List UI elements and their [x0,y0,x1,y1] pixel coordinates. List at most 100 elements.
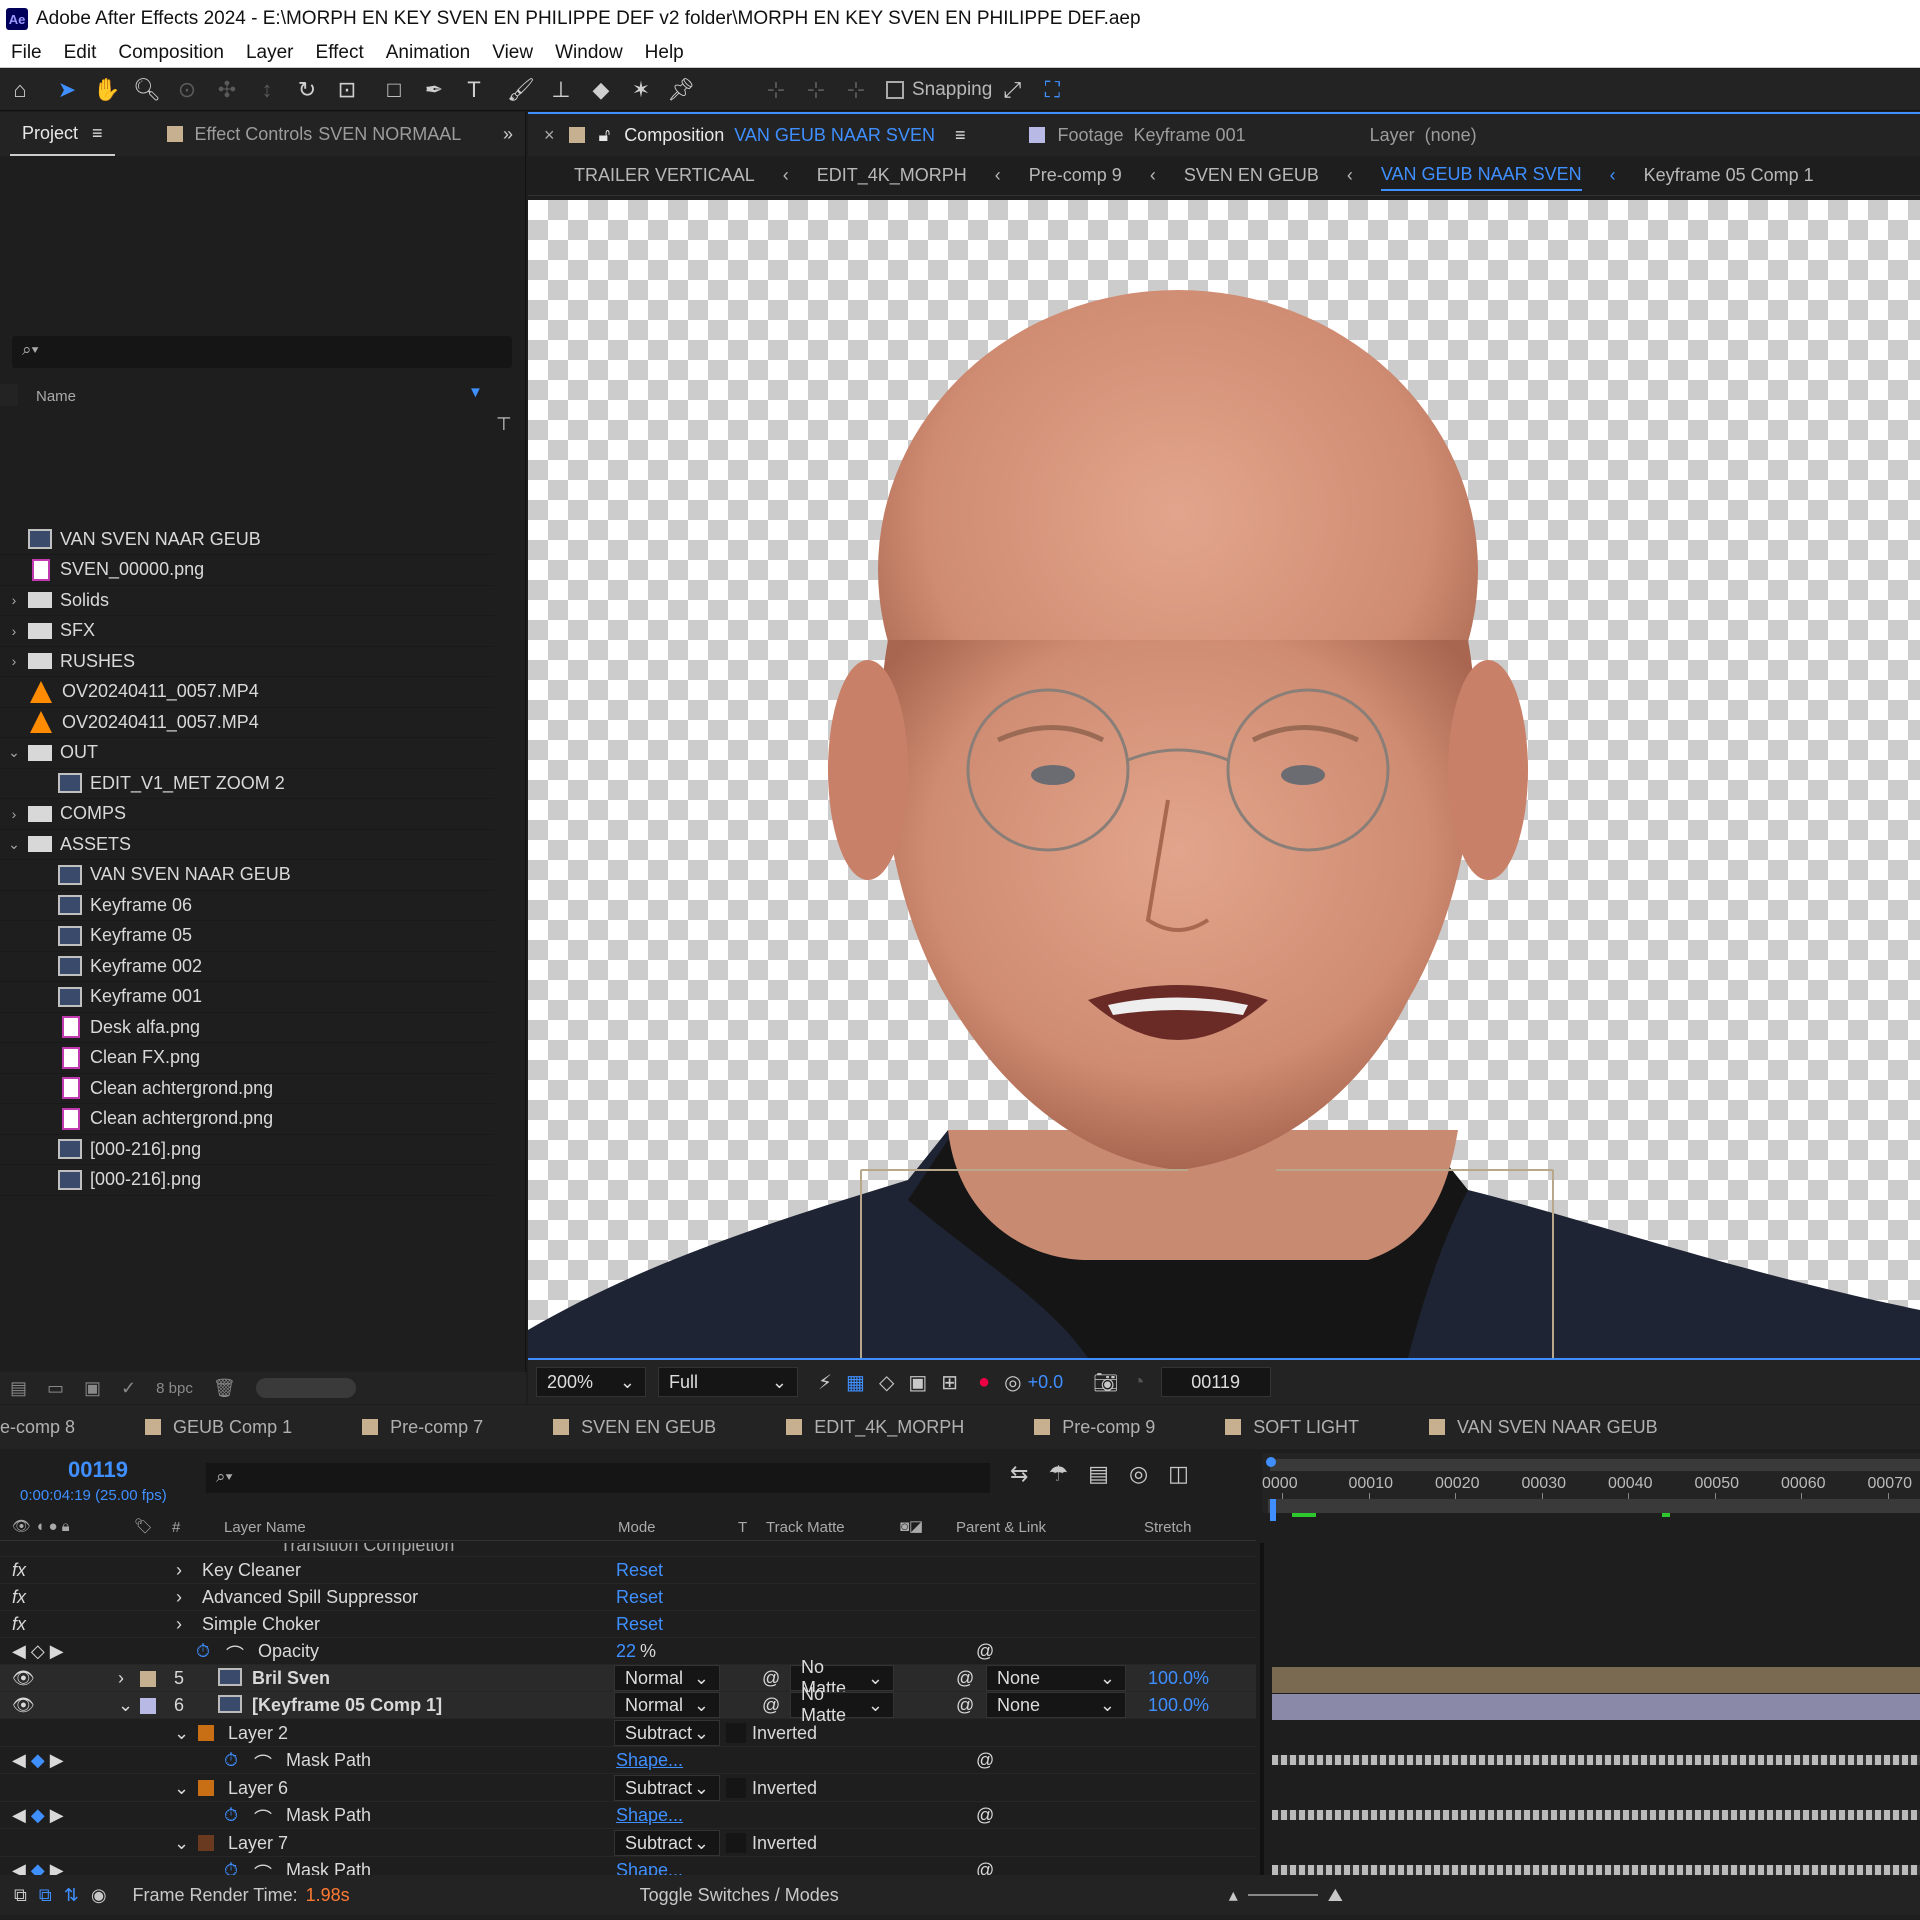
mask-path-keyframes[interactable] [1272,1810,1920,1820]
comp-viewer[interactable] [528,200,1920,1358]
track-matte-dropdown[interactable]: No Matte ⌄ [790,1684,894,1725]
tab-effect-controls[interactable]: Effect Controls SVEN NORMAAL [155,112,474,156]
snapshot-icon[interactable]: 📷︎ [1093,1370,1118,1395]
mask-path-keyframes[interactable] [1272,1865,1920,1875]
clone-stamp-icon[interactable]: ⊥ [546,75,576,105]
project-item[interactable]: Keyframe 001 [0,982,494,1013]
time-ruler[interactable]: 0000 00010 00020 00030 00040 00050 00060 00070 [1262,1453,1920,1521]
stopwatch-icon[interactable]: ⏱︎ [224,1805,238,1826]
tab-precomp-8[interactable]: e-comp 8 [0,1417,75,1438]
bpc-toggle[interactable]: 8 bpc [156,1380,193,1397]
graph-editor-icon[interactable]: ◫ [1168,1461,1189,1487]
expand-chevron-icon[interactable]: ⌄ [6,836,22,853]
grid-guides-icon[interactable]: ⊞ [941,1370,958,1395]
label-color-swatch[interactable] [140,1671,156,1687]
menu-file[interactable]: File [11,42,42,64]
project-item[interactable]: EDIT_V1_MET ZOOM 2 [0,768,494,799]
tab-geub-comp-1[interactable]: GEUB Comp 1 [145,1417,292,1438]
exposure-value[interactable]: +0.0 [1028,1372,1064,1393]
label-color-swatch[interactable] [140,1698,156,1714]
mask-mode-dropdown[interactable]: Subtract ⌄ [614,1830,720,1856]
graph-icon[interactable]: ⌒ [254,1750,272,1776]
property-row-opacity[interactable]: ◀ ◇ ▶ ⏱︎ ⌒ Opacity 22 % @ [0,1638,1256,1665]
menu-effect[interactable]: Effect [316,42,364,64]
fast-previews-icon[interactable]: ⚡︎ [818,1370,832,1395]
adjustment-icon[interactable]: ✓ [121,1378,136,1399]
project-item[interactable]: VAN SVEN NAAR GEUB [0,524,494,555]
project-item[interactable]: Clean achtergrond.png [0,1104,494,1135]
project-item[interactable]: Keyframe 06 [0,890,494,921]
mask-name[interactable]: Layer 7 [228,1833,288,1854]
pickwhip-icon[interactable]: @ [976,1805,994,1826]
expand-chevron-icon[interactable]: › [6,653,22,669]
axis-world-icon[interactable]: ⊹ [801,75,831,105]
project-item[interactable]: [000-216].png [0,1165,494,1196]
effect-row-key-cleaner[interactable]: fx › Key Cleaner Reset [0,1557,1256,1584]
reset-link[interactable]: Reset [616,1614,663,1635]
matte-pickwhip-icon[interactable]: @ [762,1668,780,1689]
mask-mode-dropdown[interactable]: Subtract ⌄ [614,1720,720,1746]
col-parent[interactable]: Parent & Link [956,1519,1046,1536]
project-item[interactable]: › COMPS [0,799,494,830]
inverted-checkbox[interactable] [726,1833,746,1853]
layer-row-6[interactable]: 👁︎ ⌄ 6 [Keyframe 05 Comp 1] Normal ⌄ @ No… [0,1684,1256,1725]
home-icon[interactable]: ⌂ [5,75,35,105]
expand-chevron-icon[interactable]: ⌄ [6,744,22,761]
col-stretch[interactable]: Stretch [1144,1519,1192,1536]
zoom-tool-icon[interactable]: 🔍︎ [132,75,162,105]
brush-tool-icon[interactable]: 🖌︎ [506,75,536,105]
col-mode[interactable]: Mode [618,1519,656,1536]
thumbnail-slider[interactable] [255,1378,356,1398]
stopwatch-icon[interactable]: ⏱︎ [196,1641,210,1662]
matte-pickwhip-icon[interactable]: @ [762,1695,780,1716]
work-area-bar[interactable] [1270,1459,1920,1471]
flowchart-icon[interactable]: ⊤ [496,414,512,435]
exposure-reset-icon[interactable]: ◎ [1004,1370,1021,1395]
timeline-search-input[interactable]: ⌕▾ [206,1463,990,1493]
inverted-checkbox[interactable] [726,1778,746,1798]
region-of-interest-icon[interactable]: ▣ [908,1370,927,1395]
mask-row-layer-2[interactable]: ⌄ Layer 2 Subtract ⌄ Inverted [0,1720,1256,1747]
sort-chevron-icon[interactable]: ▼ [468,384,483,401]
graph-icon[interactable]: ⌒ [226,1641,244,1667]
time-navigator[interactable] [1268,1499,1920,1513]
zoom-in-icon[interactable]: ⛰ [1328,1885,1343,1906]
mode-dropdown[interactable]: Normal ⌄ [614,1692,720,1718]
menu-window[interactable]: Window [555,42,623,64]
project-item[interactable]: › RUSHES [0,646,494,677]
fx-icon[interactable]: fx [12,1587,26,1608]
expand-chevron-icon[interactable]: › [118,1668,124,1689]
project-item[interactable]: OV20240411_0057.MP4 [0,677,494,708]
parent-dropdown[interactable]: None ⌄ [986,1665,1126,1691]
delete-icon[interactable]: 🗑︎ [213,1378,236,1399]
menu-edit[interactable]: Edit [64,42,97,64]
layer-row-5[interactable]: 👁︎ › 5 Bril Sven Normal ⌄ @ No Matte ⌄ @ N… [0,1657,1256,1698]
tab-footage[interactable]: Footage Keyframe 001 [1017,113,1257,157]
mask-color-swatch[interactable] [198,1835,214,1851]
collapse-chevron-icon[interactable]: ⌄ [118,1695,133,1716]
label-tag-icon[interactable]: 🏷︎ [134,1517,153,1535]
opacity-value[interactable]: 22 [616,1641,636,1662]
transfer-controls-icon[interactable]: ⧉ [39,1885,52,1906]
stopwatch-icon[interactable]: ⏱︎ [224,1750,238,1771]
project-item[interactable]: Desk alfa.png [0,1012,494,1043]
channels-icon[interactable]: ● [978,1371,990,1394]
render-time-icon[interactable]: ◉ [91,1885,107,1906]
crumb-sven-en-geub[interactable]: SVEN EN GEUB [1184,165,1319,186]
snapping-toggle[interactable]: Snapping [886,79,992,101]
lock-icon[interactable]: 🔓︎ [599,125,611,146]
current-time-display[interactable]: 00119 [68,1457,128,1483]
menu-composition[interactable]: Composition [118,42,224,64]
pen-tool-icon[interactable]: ✒ [419,75,449,105]
reset-link[interactable]: Reset [616,1587,663,1608]
project-item[interactable]: Clean FX.png [0,1043,494,1074]
mask-row-layer-6[interactable]: ⌄ Layer 6 Subtract ⌄ Inverted [0,1775,1256,1802]
menu-animation[interactable]: Animation [386,42,471,64]
col-track-matte[interactable]: Track Matte [766,1519,845,1536]
in-out-icon[interactable]: ⇅ [64,1885,79,1906]
snap-edges-icon[interactable]: ⤢ [997,75,1027,105]
zoom-out-icon[interactable]: ▴ [1229,1885,1238,1906]
crumb-trailer-verticaal[interactable]: TRAILER VERTICAAL [574,165,755,186]
tab-project[interactable]: Project ≡ [10,112,115,156]
roto-brush-icon[interactable]: ✶ [626,75,656,105]
